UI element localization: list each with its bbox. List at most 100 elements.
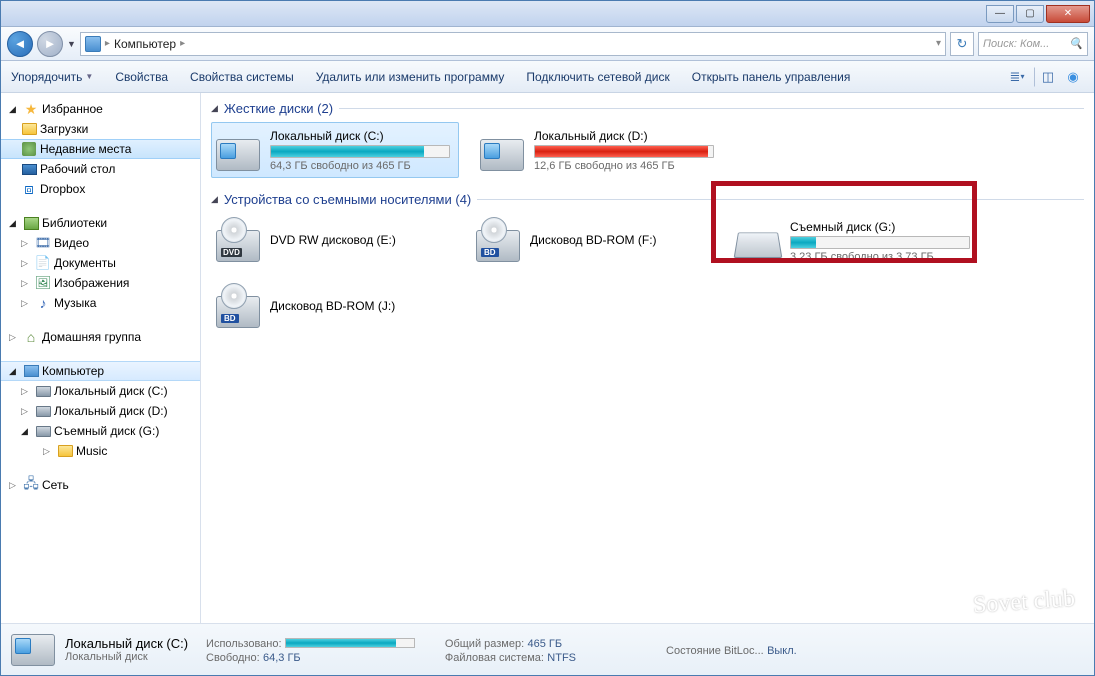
details-used-label: Использовано: <box>206 638 282 650</box>
close-button[interactable]: ✕ <box>1046 5 1090 23</box>
sidebar-downloads[interactable]: Загрузки <box>1 119 200 139</box>
details-usage-bar <box>285 638 415 648</box>
sidebar-dropbox[interactable]: ⧈Dropbox <box>1 179 200 199</box>
search-icon: 🔍 <box>1069 37 1083 50</box>
titlebar: — ▢ ✕ <box>1 1 1094 27</box>
search-placeholder: Поиск: Ком... <box>983 38 1049 50</box>
drive-name: DVD RW дисковод (E:) <box>270 233 454 247</box>
sidebar-documents[interactable]: ▷📄Документы <box>1 253 200 273</box>
network-icon: 🖧 <box>23 477 39 493</box>
details-name: Локальный диск (C:) <box>65 636 188 651</box>
sidebar-disk-c[interactable]: ▷Локальный диск (C:) <box>1 381 200 401</box>
drive-f[interactable]: BD Дисковод BD-ROM (F:) <box>471 213 719 269</box>
history-dropdown-icon[interactable]: ▼ <box>67 39 76 49</box>
dvd-icon: DVD <box>216 218 262 264</box>
collapse-icon: ◢ <box>211 194 218 205</box>
back-button[interactable]: ◄ <box>7 31 33 57</box>
computer-icon <box>23 363 39 379</box>
disk-icon <box>35 403 51 419</box>
disk-icon <box>35 423 51 439</box>
map-drive-button[interactable]: Подключить сетевой диск <box>526 70 669 84</box>
desktop-icon <box>21 161 37 177</box>
group-hard-disks[interactable]: ◢ Жесткие диски (2) <box>211 101 1084 116</box>
sidebar-disk-d[interactable]: ▷Локальный диск (D:) <box>1 401 200 421</box>
sidebar-favorites[interactable]: ◢★Избранное <box>1 99 200 119</box>
folder-icon <box>57 443 73 459</box>
organize-menu[interactable]: Упорядочить▼ <box>11 70 93 84</box>
sidebar-recent[interactable]: Недавние места <box>1 139 200 159</box>
sidebar-video[interactable]: ▷🎞Видео <box>1 233 200 253</box>
sidebar-music[interactable]: ▷♪Музыка <box>1 293 200 313</box>
details-bitlocker-val: Выкл. <box>767 645 797 657</box>
preview-pane-icon[interactable]: ◫ <box>1034 67 1056 87</box>
window-controls: — ▢ ✕ <box>986 5 1094 23</box>
collapse-icon: ◢ <box>211 103 218 114</box>
sidebar-homegroup[interactable]: ▷⌂Домашняя группа <box>1 327 200 347</box>
music-icon: ♪ <box>35 295 51 311</box>
minimize-button[interactable]: — <box>986 5 1014 23</box>
navigation-pane: ◢★Избранное Загрузки Недавние места Рабо… <box>1 93 201 623</box>
homegroup-icon: ⌂ <box>23 329 39 345</box>
content-pane: ◢ Жесткие диски (2) Локальный диск (C:) … <box>201 93 1094 623</box>
usage-bar <box>270 145 450 158</box>
folder-icon <box>21 121 37 137</box>
recent-icon <box>21 141 37 157</box>
drive-free: 64,3 ГБ свободно из 465 ГБ <box>270 160 454 172</box>
sidebar-libraries[interactable]: ◢Библиотеки <box>1 213 200 233</box>
details-type: Локальный диск <box>65 651 188 663</box>
usage-bar <box>534 145 714 158</box>
drive-name: Локальный диск (D:) <box>534 129 718 143</box>
control-panel-button[interactable]: Открыть панель управления <box>692 70 851 84</box>
disk-icon <box>35 383 51 399</box>
hdd-icon <box>216 127 262 173</box>
sidebar-music-folder[interactable]: ▷Music <box>1 441 200 461</box>
images-icon: 🖼 <box>35 275 51 291</box>
sidebar-network[interactable]: ▷🖧Сеть <box>1 475 200 495</box>
video-icon: 🎞 <box>35 235 51 251</box>
details-fs-label: Файловая система: <box>445 652 544 664</box>
toolbar: Упорядочить▼ Свойства Свойства системы У… <box>1 61 1094 93</box>
uninstall-button[interactable]: Удалить или изменить программу <box>316 70 505 84</box>
details-bitlocker-label: Состояние BitLoc... <box>666 645 764 657</box>
breadcrumb-location[interactable]: Компьютер <box>114 37 176 51</box>
details-total-label: Общий размер: <box>445 638 524 650</box>
breadcrumb-sep-icon: ▸ <box>180 38 185 49</box>
sidebar-images[interactable]: ▷🖼Изображения <box>1 273 200 293</box>
drive-name: Локальный диск (C:) <box>270 129 454 143</box>
details-pane: Локальный диск (C:) Локальный диск Испол… <box>1 623 1094 675</box>
drive-j[interactable]: BD Дисковод BD-ROM (J:) <box>211 279 459 335</box>
dropbox-icon: ⧈ <box>21 181 37 197</box>
view-menu-icon[interactable]: ≣ ▾ <box>1006 67 1028 87</box>
divider <box>339 108 1084 109</box>
drive-e[interactable]: DVD DVD RW дисковод (E:) <box>211 213 459 269</box>
navbar: ◄ ► ▼ ▸ Компьютер ▸ ▾ ↻ Поиск: Ком... 🔍 <box>1 27 1094 61</box>
explorer-window: — ▢ ✕ ◄ ► ▼ ▸ Компьютер ▸ ▾ ↻ Поиск: Ком… <box>0 0 1095 676</box>
hdd-icon <box>480 127 526 173</box>
drive-c[interactable]: Локальный диск (C:) 64,3 ГБ свободно из … <box>211 122 459 178</box>
drive-name: Дисковод BD-ROM (F:) <box>530 233 714 247</box>
help-icon[interactable]: ◉ <box>1062 67 1084 87</box>
sidebar-computer[interactable]: ◢Компьютер <box>1 361 200 381</box>
details-free-val: 64,3 ГБ <box>263 652 301 664</box>
maximize-button[interactable]: ▢ <box>1016 5 1044 23</box>
bd-icon: BD <box>216 284 262 330</box>
computer-icon <box>85 36 101 52</box>
libraries-icon <box>23 215 39 231</box>
hdd-icon <box>11 630 55 670</box>
drive-d[interactable]: Локальный диск (D:) 12,6 ГБ свободно из … <box>475 122 723 178</box>
breadcrumb-dropdown-icon[interactable]: ▾ <box>936 38 941 49</box>
properties-button[interactable]: Свойства <box>115 70 168 84</box>
refresh-button[interactable]: ↻ <box>950 32 974 56</box>
breadcrumb[interactable]: ▸ Компьютер ▸ ▾ <box>80 32 946 56</box>
search-input[interactable]: Поиск: Ком... 🔍 <box>978 32 1088 56</box>
breadcrumb-sep-icon: ▸ <box>105 38 110 49</box>
system-properties-button[interactable]: Свойства системы <box>190 70 294 84</box>
drive-free: 12,6 ГБ свободно из 465 ГБ <box>534 160 718 172</box>
forward-button[interactable]: ► <box>37 31 63 57</box>
bd-icon: BD <box>476 218 522 264</box>
highlight-annotation <box>711 181 977 263</box>
drive-name: Дисковод BD-ROM (J:) <box>270 299 454 313</box>
sidebar-desktop[interactable]: Рабочий стол <box>1 159 200 179</box>
body: ◢★Избранное Загрузки Недавние места Рабо… <box>1 93 1094 623</box>
sidebar-disk-g[interactable]: ◢Съемный диск (G:) <box>1 421 200 441</box>
